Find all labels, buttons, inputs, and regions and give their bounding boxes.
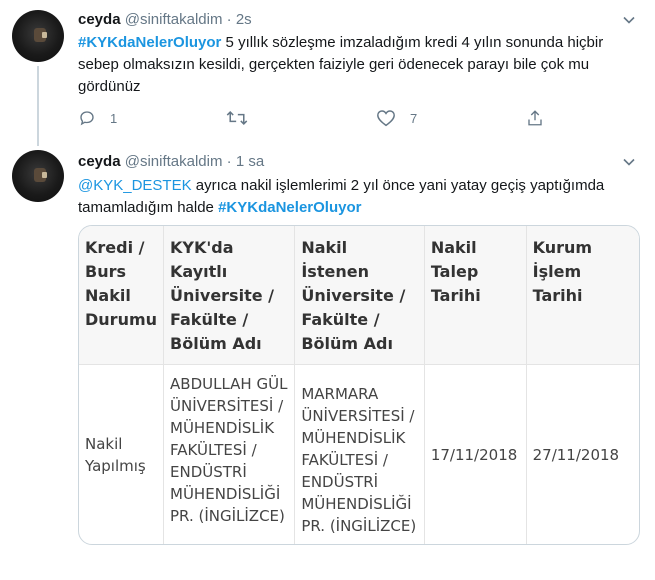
timestamp[interactable]: 1 sa <box>236 153 264 170</box>
column-header: KYK'da Kayıtlı Üniversite / Fakülte / Bö… <box>163 226 296 365</box>
mention-link[interactable]: @KYK_DESTEK <box>78 177 192 194</box>
tweet-text: @KYK_DESTEK ayrıca nakil işlemlerimi 2 y… <box>78 175 640 219</box>
column-header: Kurum İşlem Tarihi <box>532 238 593 305</box>
separator-dot: · <box>226 153 232 170</box>
avatar[interactable] <box>12 150 64 202</box>
table-cell: 17/11/2018 <box>424 364 527 544</box>
reply-button[interactable]: 1 <box>78 108 117 128</box>
table-cell: 27/11/2018 <box>532 446 620 464</box>
column-header: Kredi / Burs Nakil Durumu <box>79 226 165 365</box>
transfer-table: Kredi / Burs Nakil Durumu KYK'da Kayıtlı… <box>79 226 639 544</box>
like-count: 7 <box>410 110 418 126</box>
tweet-actions: 1 7 <box>78 108 558 128</box>
column-header: Nakil Talep Tarihi <box>424 226 527 365</box>
reply-icon <box>80 111 94 126</box>
hashtag-link[interactable]: #KYKdaNelerOluyor <box>218 199 361 216</box>
chevron-down-icon[interactable] <box>623 14 635 26</box>
heart-icon <box>377 110 395 127</box>
share-icon <box>528 110 542 126</box>
share-button[interactable] <box>526 108 544 128</box>
timestamp[interactable]: 2s <box>236 11 252 28</box>
retweet-button[interactable] <box>226 108 248 128</box>
like-button[interactable]: 7 <box>376 108 417 128</box>
retweet-icon <box>226 110 248 126</box>
reply-count: 1 <box>110 110 118 126</box>
chevron-down-icon[interactable] <box>623 156 635 168</box>
table-cell: MARMARA ÜNİVERSİTESİ / MÜHENDİSLİK FAKÜL… <box>294 364 425 544</box>
user-handle[interactable]: @siniftakaldim <box>125 153 223 170</box>
table-row: Nakil Yapılmış ABDULLAH GÜL ÜNİVERSİTESİ… <box>79 364 639 544</box>
table-cell: ABDULLAH GÜL ÜNİVERSİTESİ / MÜHENDİSLİK … <box>163 364 296 544</box>
tweet-media-image[interactable]: Kredi / Burs Nakil Durumu KYK'da Kayıtlı… <box>78 225 640 545</box>
column-header: Nakil İstenen Üniversite / Fakülte / Böl… <box>294 226 425 365</box>
table-cell: Nakil Yapılmış <box>79 364 165 544</box>
table-header-row: Kredi / Burs Nakil Durumu KYK'da Kayıtlı… <box>79 226 639 365</box>
user-handle[interactable]: @siniftakaldim <box>125 11 223 28</box>
user-name[interactable]: ceyda <box>78 11 121 28</box>
thread-line <box>37 66 39 146</box>
tweet-text: #KYKdaNelerOluyor 5 yıllık sözleşme imza… <box>78 32 640 98</box>
user-name[interactable]: ceyda <box>78 153 121 170</box>
hashtag-link[interactable]: #KYKdaNelerOluyor <box>78 34 221 51</box>
avatar[interactable] <box>12 10 64 62</box>
separator-dot: · <box>226 11 232 28</box>
